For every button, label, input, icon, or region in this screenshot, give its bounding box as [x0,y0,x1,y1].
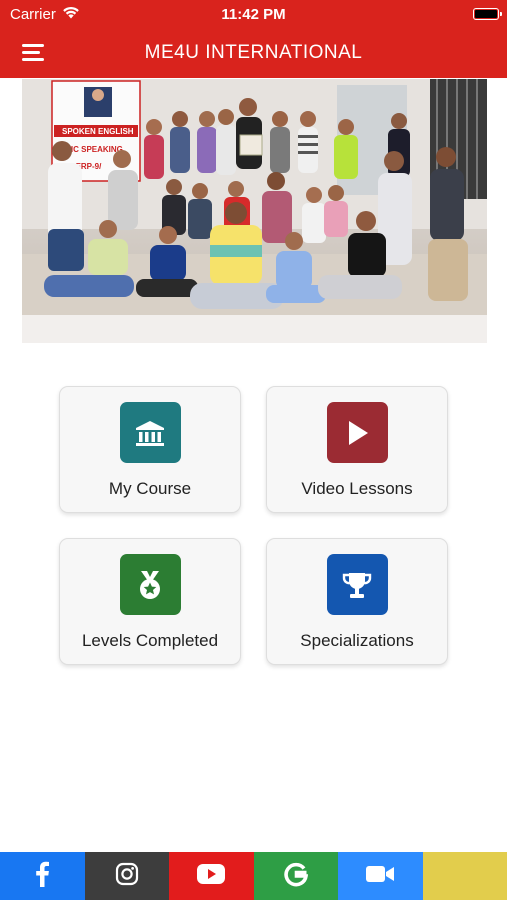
trophy-icon [326,554,388,615]
banner-group-photo: SPOKEN ENGLISH LIC SPEAKING LY ERP-9/ [22,79,487,343]
extra-social-button[interactable] [422,852,507,900]
poster-line-1: SPOKEN ENGLISH [62,127,134,136]
battery-icon [473,8,502,20]
video-lessons-tile[interactable]: Video Lessons [266,386,448,513]
medal-icon [119,554,181,615]
play-icon [326,402,388,463]
carrier-label: Carrier [10,5,56,23]
status-bar: Carrier 11:42 PM [0,0,507,28]
video-lessons-label: Video Lessons [301,479,413,498]
google-button[interactable] [253,852,338,900]
specializations-tile[interactable]: Specializations [266,538,448,665]
social-bar [0,852,507,900]
my-course-label: My Course [108,479,192,498]
institution-icon [119,402,181,463]
youtube-button[interactable] [169,852,254,900]
specializations-label: Specializations [300,631,414,650]
google-icon [283,861,309,892]
instagram-button[interactable] [84,852,169,900]
levels-completed-tile[interactable]: Levels Completed [59,538,241,665]
video-camera-icon [365,864,395,889]
youtube-icon [197,863,226,889]
hamburger-icon[interactable] [22,44,44,62]
status-left: Carrier [10,6,80,23]
app-header: ME4U INTERNATIONAL [0,28,507,78]
levels-completed-label: Levels Completed [81,631,219,650]
facebook-icon [34,861,50,892]
facebook-button[interactable] [0,852,85,900]
poster-line-2: LIC SPEAKING [66,145,123,154]
wifi-icon [62,6,80,23]
zoom-button[interactable] [338,852,423,900]
page-title: ME4U INTERNATIONAL [144,42,363,63]
my-course-tile[interactable]: My Course [59,386,241,513]
instagram-icon [115,862,139,891]
